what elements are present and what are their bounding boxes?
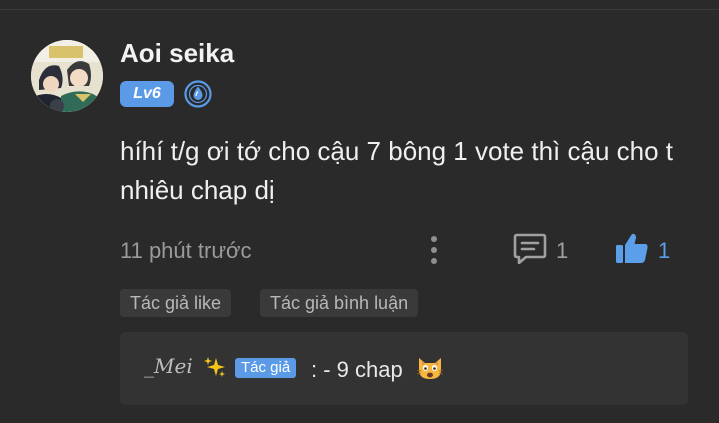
reply-count: 1	[556, 238, 569, 263]
like-count: 1	[658, 238, 671, 263]
weary-cat-emoji	[416, 358, 444, 379]
author-badge: Tác giả	[235, 358, 297, 378]
thumbs-up-icon[interactable]	[614, 231, 650, 265]
reply-text: : - 9 chap	[311, 357, 403, 382]
sparkles-emoji	[204, 357, 225, 377]
top-divider	[0, 9, 719, 10]
vertical-dots-icon[interactable]	[426, 234, 442, 266]
avatar-image	[31, 40, 103, 112]
author-replied-tag: Tác giả bình luận	[260, 289, 419, 317]
comment-timestamp: 11 phút trước	[120, 238, 252, 263]
user-avatar[interactable]	[31, 40, 103, 112]
comment-text: híhí t/g ơi tớ cho cậu 7 bông 1 vote thì…	[120, 136, 673, 205]
water-drop-rank-icon	[184, 80, 212, 108]
level-badge: Lv6	[120, 81, 174, 107]
comment-username[interactable]: Aoi seika	[120, 38, 234, 69]
author-liked-tag: Tác giả like	[120, 289, 232, 317]
comment-bubble-icon[interactable]	[512, 232, 548, 264]
author-reply-box[interactable]: _Mei Tác giả : - 9 chap	[120, 332, 688, 405]
reply-author-name[interactable]: _Mei	[144, 354, 193, 378]
